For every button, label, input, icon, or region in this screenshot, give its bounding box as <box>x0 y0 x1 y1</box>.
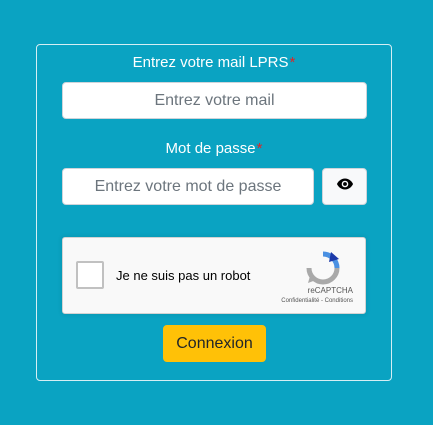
recaptcha-checkbox[interactable] <box>76 261 104 289</box>
email-input[interactable] <box>62 82 367 119</box>
required-marker: * <box>289 54 296 71</box>
required-marker: * <box>256 140 263 157</box>
eye-icon <box>336 177 354 196</box>
show-password-button[interactable] <box>322 168 367 205</box>
recaptcha-widget: Je ne suis pas un robot reCAPTCHA Confid… <box>62 237 366 314</box>
recaptcha-brand: reCAPTCHA <box>307 286 353 295</box>
login-form: Entrez votre mail LPRS* Mot de passe* Je… <box>36 44 392 381</box>
recaptcha-logo-icon <box>305 250 341 286</box>
login-button[interactable]: Connexion <box>163 325 266 362</box>
email-label: Entrez votre mail LPRS* <box>132 54 296 71</box>
password-input[interactable] <box>62 168 314 205</box>
recaptcha-links: Confidentialité - Conditions <box>281 298 353 304</box>
terms-link[interactable]: Conditions <box>325 298 353 304</box>
recaptcha-label: Je ne suis pas un robot <box>116 268 251 283</box>
password-label: Mot de passe* <box>165 140 263 157</box>
privacy-link[interactable]: Confidentialité <box>281 298 319 304</box>
